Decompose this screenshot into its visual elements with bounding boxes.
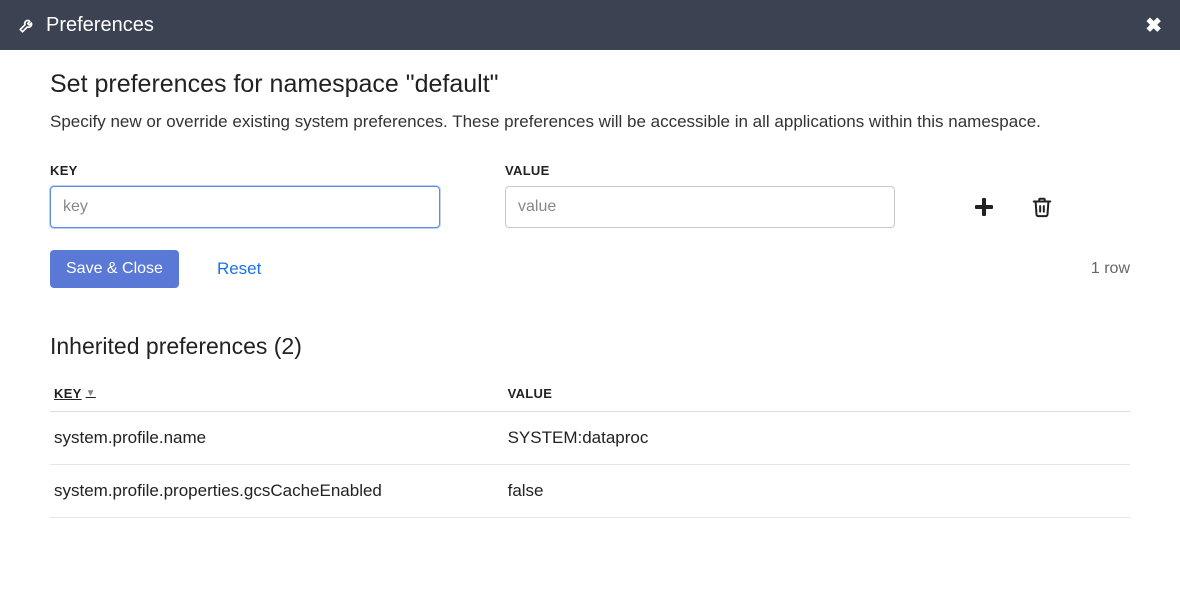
inherited-value-cell: false <box>504 464 1130 517</box>
wrench-icon <box>18 16 36 34</box>
modal-header: Preferences ✖ <box>0 0 1180 50</box>
row-action-icons <box>970 186 1056 228</box>
preferences-modal: Preferences ✖ Set preferences for namesp… <box>0 0 1180 538</box>
save-close-button[interactable]: Save & Close <box>50 250 179 288</box>
inherited-key-header-label: KEY <box>54 386 82 401</box>
plus-icon <box>972 195 996 219</box>
form-actions: Save & Close Reset 1 row <box>50 250 1130 288</box>
reset-button[interactable]: Reset <box>213 253 265 285</box>
table-row: system.profile.name SYSTEM:dataproc <box>50 411 1130 464</box>
page-description: Specify new or override existing system … <box>50 109 1130 135</box>
inherited-value-header: VALUE <box>504 376 1130 412</box>
inherited-key-cell: system.profile.name <box>50 411 504 464</box>
inherited-key-header[interactable]: KEY ▼ <box>50 376 504 412</box>
inherited-value-cell: SYSTEM:dataproc <box>504 411 1130 464</box>
key-field-group: KEY <box>50 163 440 228</box>
table-row: system.profile.properties.gcsCacheEnable… <box>50 464 1130 517</box>
inherited-section-title: Inherited preferences (2) <box>50 333 1130 360</box>
inherited-header-row: KEY ▼ VALUE <box>50 376 1130 412</box>
key-input[interactable] <box>50 186 440 228</box>
row-count: 1 row <box>1091 260 1130 278</box>
add-row-button[interactable] <box>970 193 998 221</box>
value-input[interactable] <box>505 186 895 228</box>
modal-body: Set preferences for namespace "default" … <box>0 50 1180 538</box>
value-field-group: VALUE <box>505 163 895 228</box>
value-label: VALUE <box>505 163 895 178</box>
preference-form-row: KEY VALUE <box>50 163 1130 228</box>
modal-title: Preferences <box>46 14 154 37</box>
key-label: KEY <box>50 163 440 178</box>
sort-desc-icon: ▼ <box>86 388 96 399</box>
trash-icon <box>1031 195 1053 219</box>
form-actions-left: Save & Close Reset <box>50 250 265 288</box>
inherited-key-cell: system.profile.properties.gcsCacheEnable… <box>50 464 504 517</box>
inherited-table: KEY ▼ VALUE system.profile.name SYSTEM:d… <box>50 376 1130 518</box>
page-title: Set preferences for namespace "default" <box>50 70 1130 99</box>
delete-row-button[interactable] <box>1028 193 1056 221</box>
modal-header-left: Preferences <box>18 14 154 37</box>
close-icon[interactable]: ✖ <box>1145 13 1162 38</box>
